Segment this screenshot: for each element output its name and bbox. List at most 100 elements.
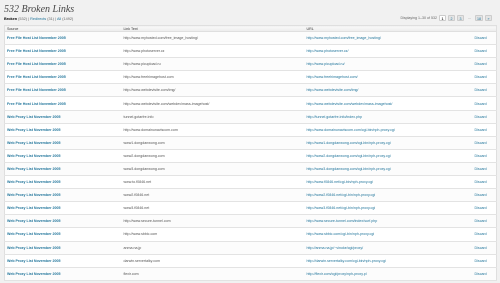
filter-redirects[interactable]: Redirects — [30, 17, 46, 21]
discard-button[interactable]: Discard — [475, 49, 487, 53]
source-link[interactable]: Web Proxy List November 2005 — [7, 128, 60, 132]
cell-link-text: http://www.photoserver.cz — [121, 44, 305, 59]
url-link[interactable]: http://www2.f0846.net/cgi-bin/nph-proxy.… — [307, 193, 376, 197]
table-row: Free File Host List November 2005 http://… — [4, 70, 497, 85]
source-link[interactable]: Web Proxy List November 2005 — [7, 206, 60, 210]
discard-button[interactable]: Discard — [475, 272, 487, 276]
broken-links-table: Source Link Text URL Free File Host List… — [4, 25, 497, 281]
table-row: Web Proxy List November 2005 www3.f0846.n… — [4, 201, 497, 216]
discard-button[interactable]: Discard — [475, 115, 487, 119]
table-row: Free File Host List November 2005 http://… — [4, 31, 497, 46]
url-link[interactable]: http://www.myhosted.com/free_image_hosti… — [307, 36, 382, 40]
cell-action: Discard — [472, 57, 497, 72]
url-link[interactable]: http://www.domainunaviscom.com/cgi-bin/n… — [307, 128, 395, 132]
table-row: Web Proxy List November 2005 www1.dongdan… — [4, 136, 497, 150]
displaying-count: Displaying 1–30 of 532 — [400, 16, 437, 20]
source-link[interactable]: Free File Host List November 2005 — [7, 49, 66, 53]
source-link[interactable]: Web Proxy List November 2005 — [7, 154, 60, 158]
cell-action: Discard — [472, 70, 497, 85]
discard-button[interactable]: Discard — [475, 219, 487, 223]
source-link[interactable]: Web Proxy List November 2005 — [7, 246, 60, 250]
cell-action: Discard — [472, 267, 497, 281]
cell-url: http://www.domainunaviscom.com/cgi-bin/n… — [304, 123, 473, 137]
cell-source: Web Proxy List November 2005 — [4, 201, 122, 216]
cell-link-text: http://www.webdevisite.com/webdev/mass-i… — [121, 96, 305, 111]
source-link[interactable]: Free File Host List November 2005 — [7, 62, 66, 66]
url-link[interactable]: http://www.sbbic.com/cgi-bin/nph-proxy.c… — [307, 232, 375, 236]
page-ellipsis: … — [467, 16, 472, 20]
cell-link-text: darwin.servertalky.com — [121, 254, 305, 268]
discard-button[interactable]: Discard — [475, 154, 487, 158]
url-link[interactable]: http://tunnel.gotarfre.info/index.php — [307, 115, 363, 119]
next-page-button[interactable]: » — [485, 15, 492, 21]
source-link[interactable]: Web Proxy List November 2005 — [7, 141, 60, 145]
discard-button[interactable]: Discard — [475, 75, 487, 79]
url-link[interactable]: http://www3.dongdanwong.com/cgi-bin/nph-… — [307, 167, 391, 171]
url-link[interactable]: http://www.picupload.ru/ — [307, 62, 345, 66]
source-link[interactable]: Web Proxy List November 2005 — [7, 232, 60, 236]
cell-url: http://www.webdevisite.com/img/ — [304, 83, 473, 98]
cell-source: Free File Host List November 2005 — [4, 70, 122, 85]
source-link[interactable]: Web Proxy List November 2005 — [7, 167, 60, 171]
pagination: Displaying 1–30 of 532 1 2 3 … 18 » — [400, 14, 492, 22]
table-row: Web Proxy List November 2005 tunnel.gotar… — [4, 110, 497, 124]
page-2[interactable]: 2 — [448, 15, 455, 21]
filter-broken[interactable]: Broken — [4, 17, 17, 21]
source-link[interactable]: Web Proxy List November 2005 — [7, 272, 60, 276]
table-row: Web Proxy List November 2005 http://www.s… — [4, 227, 497, 242]
source-link[interactable]: Free File Host List November 2005 — [7, 75, 66, 79]
source-link[interactable]: Free File Host List November 2005 — [7, 36, 66, 40]
source-link[interactable]: Web Proxy List November 2005 — [7, 259, 60, 263]
url-link[interactable]: http://anma.na.jp/~vinoke/cgi/proxy/ — [307, 246, 364, 250]
discard-button[interactable]: Discard — [475, 102, 487, 106]
page-3[interactable]: 3 — [457, 15, 464, 21]
url-link[interactable]: http://darwin.servertalky.com/cgi-bin/np… — [307, 259, 386, 263]
page-title: 532 Broken Links — [4, 4, 75, 15]
cell-source: Web Proxy List November 2005 — [4, 227, 122, 242]
discard-button[interactable]: Discard — [475, 259, 487, 263]
source-link[interactable]: Free File Host List November 2005 — [7, 102, 66, 106]
url-link[interactable]: http://www.secure-tunnel.com/index/surf.… — [307, 219, 378, 223]
url-link[interactable]: http://www2.dongdanwong.com/cgi-bin/nph-… — [307, 154, 391, 158]
discard-button[interactable]: Discard — [475, 141, 487, 145]
page-1: 1 — [439, 15, 446, 21]
cell-url: http://www.webdevisite.com/webdev/mass-i… — [304, 96, 473, 111]
source-link[interactable]: Web Proxy List November 2005 — [7, 193, 60, 197]
discard-button[interactable]: Discard — [475, 206, 487, 210]
cell-action: Discard — [472, 201, 497, 216]
url-link[interactable]: http://www.webdevisite.com/webdev/mass-i… — [307, 102, 393, 106]
discard-button[interactable]: Discard — [475, 62, 487, 66]
cell-action: Discard — [472, 188, 497, 203]
discard-button[interactable]: Discard — [475, 167, 487, 171]
source-link[interactable]: Free File Host List November 2005 — [7, 88, 66, 92]
discard-button[interactable]: Discard — [475, 36, 487, 40]
discard-button[interactable]: Discard — [475, 193, 487, 197]
source-link[interactable]: Web Proxy List November 2005 — [7, 219, 60, 223]
page-last[interactable]: 18 — [475, 15, 483, 21]
discard-button[interactable]: Discard — [475, 180, 487, 184]
filter-broken-count: (532) — [18, 17, 28, 21]
source-link[interactable]: Web Proxy List November 2005 — [7, 115, 60, 119]
filter-separator: | — [55, 17, 57, 21]
url-link[interactable]: http://www1.dongdanwong.com/cgi-bin/nph-… — [307, 141, 391, 145]
discard-button[interactable]: Discard — [475, 232, 487, 236]
cell-action: Discard — [472, 214, 497, 229]
discard-button[interactable]: Discard — [475, 128, 487, 132]
cell-source: Web Proxy List November 2005 — [4, 149, 122, 163]
cell-url: http://www3.dongdanwong.com/cgi-bin/nph-… — [304, 162, 473, 177]
cell-url: http://www3.f0846.net/cgi-bin/nph-proxy.… — [304, 201, 473, 216]
url-link[interactable]: http://www.freehimagehost.com/ — [307, 75, 358, 79]
discard-button[interactable]: Discard — [475, 246, 487, 250]
url-link[interactable]: http://www.photoserver.cz/ — [307, 49, 349, 53]
url-link[interactable]: http://flexir.com/cgi/proxy/nph-proxy.pl — [307, 272, 367, 276]
url-link[interactable]: http://www.f0846.net/cgi-bin/nph-proxy.c… — [307, 180, 373, 184]
source-link[interactable]: Web Proxy List November 2005 — [7, 180, 60, 184]
url-link[interactable]: http://www.webdevisite.com/img/ — [307, 88, 359, 92]
cell-url: http://anma.na.jp/~vinoke/cgi/proxy/ — [304, 241, 473, 255]
url-link[interactable]: http://www3.f0846.net/cgi-bin/nph-proxy.… — [307, 206, 376, 210]
filter-separator: | — [28, 17, 30, 21]
cell-url: http://tunnel.gotarfre.info/index.php — [304, 110, 473, 124]
cell-url: http://www.picupload.ru/ — [304, 57, 473, 72]
filter-all[interactable]: All — [57, 17, 61, 21]
discard-button[interactable]: Discard — [475, 88, 487, 92]
